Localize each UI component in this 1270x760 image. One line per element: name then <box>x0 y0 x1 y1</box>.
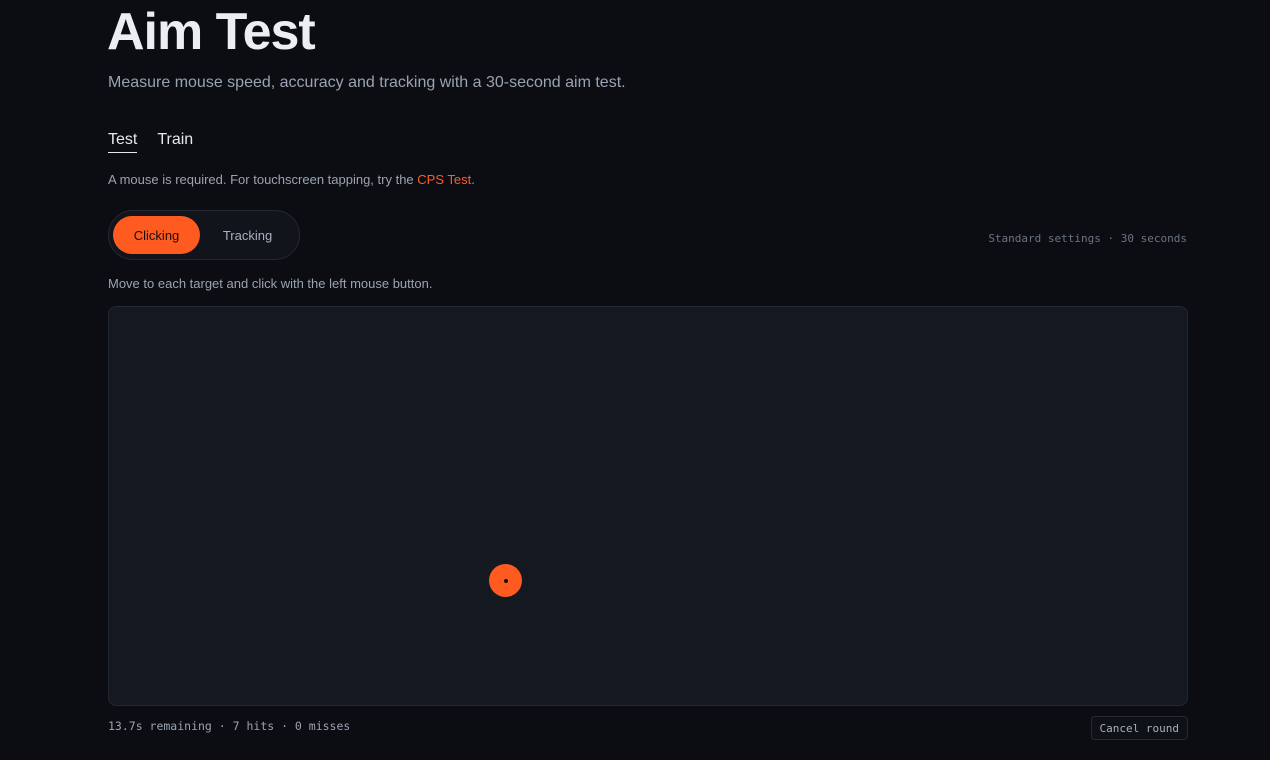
aim-test-page: Aim Test Measure mouse speed, accuracy a… <box>0 0 1270 760</box>
tab-bar: Test Train <box>108 129 193 153</box>
tab-train[interactable]: Train <box>157 129 193 153</box>
mode-switch: Clicking Tracking <box>108 210 300 260</box>
settings-summary: Standard settings · 30 seconds <box>988 232 1187 245</box>
notice-text: A mouse is required. For touchscreen tap… <box>108 172 418 187</box>
cancel-round-button[interactable]: Cancel round <box>1090 716 1188 740</box>
page-subtitle: Measure mouse speed, accuracy and tracki… <box>108 74 626 91</box>
mode-tracking-button[interactable]: Tracking <box>200 216 295 254</box>
mode-clicking-button[interactable]: Clicking <box>113 216 201 254</box>
round-status: 13.7s remaining · 7 hits · 0 misses <box>108 719 351 733</box>
target[interactable] <box>489 564 522 597</box>
target-center-dot <box>503 578 508 583</box>
mouse-required-notice: A mouse is required. For touchscreen tap… <box>108 171 475 189</box>
aim-arena[interactable] <box>108 306 1188 706</box>
instruction-text: Move to each target and click with the l… <box>108 276 433 291</box>
page-title: Aim Test <box>107 3 316 61</box>
notice-suffix: . <box>471 172 475 187</box>
cps-test-link[interactable]: CPS Test <box>417 172 471 187</box>
tab-test[interactable]: Test <box>108 129 138 153</box>
